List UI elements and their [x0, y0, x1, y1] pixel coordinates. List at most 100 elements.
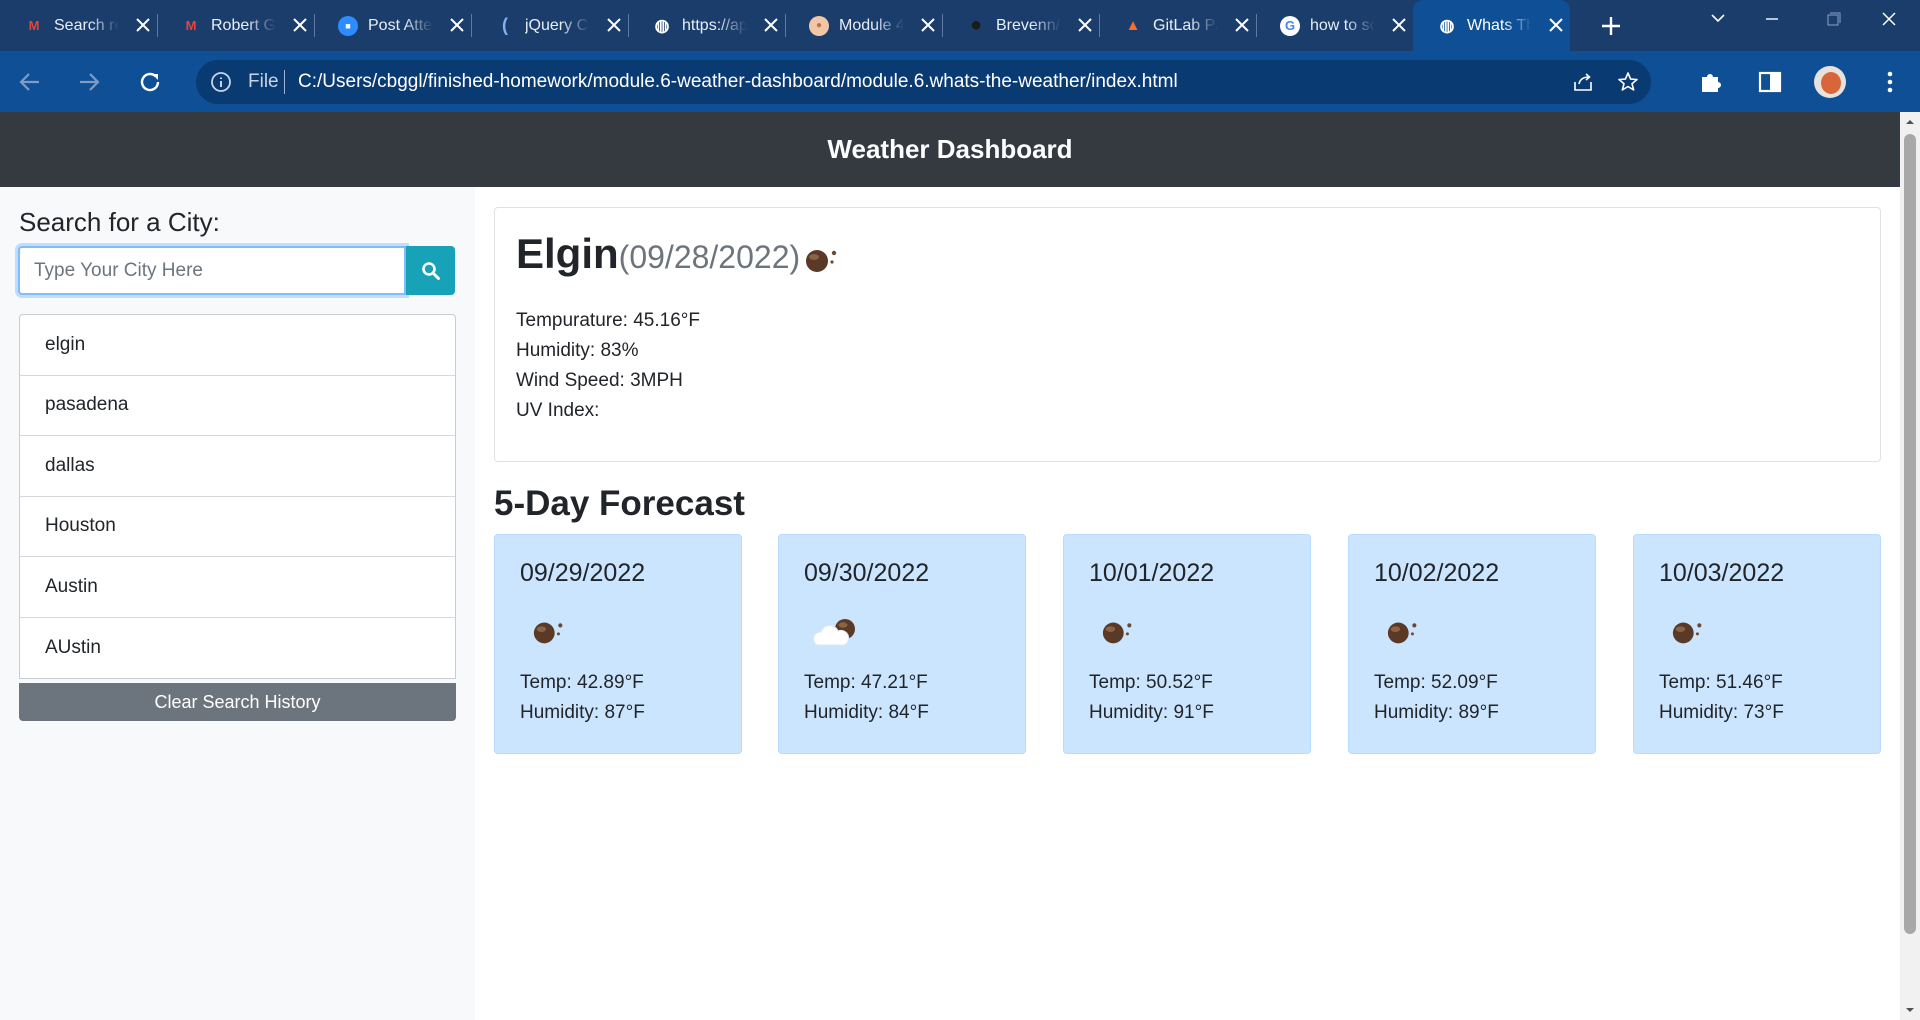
web-page: Weather Dashboard Search for a City: elg… — [0, 112, 1900, 1020]
clear-night-icon — [1672, 622, 1702, 644]
history-item[interactable]: elgin — [20, 315, 455, 376]
window-close-icon[interactable] — [1871, 6, 1907, 32]
clear-history-button[interactable]: Clear Search History — [19, 683, 456, 721]
close-icon[interactable] — [917, 14, 939, 36]
gmail-icon: M — [28, 18, 40, 33]
page-title: Weather Dashboard — [827, 134, 1073, 164]
browser-tab[interactable]: ■ Post Attendee — [314, 0, 471, 51]
bookmark-star-icon[interactable] — [1616, 70, 1640, 94]
forecast-temp: Temp: 42.89°F — [520, 672, 644, 693]
forecast-temp: Temp: 50.52°F — [1089, 672, 1213, 693]
browser-tab[interactable]: M Search results — [0, 0, 157, 51]
browser-tab[interactable]: ● Brevenn/ — [942, 0, 1099, 51]
share-icon[interactable] — [1571, 70, 1595, 94]
forecast-humidity: Humidity: 87°F — [520, 702, 645, 723]
current-city-heading: Elgin(09/28/2022) — [516, 230, 800, 278]
search-button[interactable] — [406, 246, 455, 295]
restore-icon[interactable] — [1815, 6, 1851, 32]
history-item[interactable]: Houston — [20, 497, 455, 557]
scroll-down-icon[interactable] — [1905, 1005, 1915, 1015]
google-icon: G — [1280, 15, 1300, 36]
city-search-input[interactable] — [18, 246, 406, 295]
close-icon[interactable] — [289, 14, 311, 36]
globe-icon: ◍ — [654, 15, 670, 35]
divider — [284, 70, 285, 94]
current-date: (09/28/2022) — [618, 239, 801, 275]
forecast-card: 10/02/2022 Temp: 52.09°F Humidity: 89°F — [1348, 534, 1596, 754]
search-history-list: elgin pasadena dallas Houston Austin AUs… — [19, 314, 456, 679]
clear-night-icon — [1102, 622, 1132, 644]
address-bar[interactable]: File C:/Users/cbggl/finished-homework/mo… — [196, 60, 1651, 104]
browser-tab[interactable]: M Robert Gallegos — [157, 0, 314, 51]
tab-title: Post Attendee — [368, 16, 433, 34]
reload-icon[interactable] — [133, 65, 167, 99]
forward-icon[interactable] — [72, 65, 106, 99]
zoom-icon: ■ — [338, 15, 358, 36]
forecast-temp: Temp: 47.21°F — [804, 672, 928, 693]
clear-night-icon — [533, 622, 563, 644]
github-icon: ● — [969, 14, 983, 36]
close-icon[interactable] — [760, 14, 782, 36]
forecast-temp: Temp: 52.09°F — [1374, 672, 1498, 693]
forecast-card: 10/01/2022 Temp: 50.52°F Humidity: 91°F — [1063, 534, 1311, 754]
humidity-text: Humidity: 83% — [516, 340, 639, 361]
history-item[interactable]: Austin — [20, 557, 455, 618]
close-icon[interactable] — [1231, 14, 1253, 36]
forecast-date: 10/03/2022 — [1659, 559, 1785, 587]
browser-tab[interactable]: G how to solve — [1256, 0, 1413, 51]
current-weather-card: Elgin(09/28/2022) Tempurature: 45.16°F H… — [494, 207, 1881, 462]
extensions-puzzle-icon[interactable] — [1697, 68, 1725, 96]
browser-tab[interactable]: ● Module 4 — [785, 0, 942, 51]
browser-tab[interactable]: ▲ GitLab Pages — [1099, 0, 1256, 51]
scrollbar-thumb[interactable] — [1904, 134, 1916, 934]
close-icon[interactable] — [1388, 14, 1410, 36]
browser-tab-strip: M Search results M Robert Gallegos ■ Pos… — [0, 0, 1920, 51]
clear-night-icon — [1387, 622, 1417, 644]
forecast-humidity: Humidity: 73°F — [1659, 702, 1784, 723]
close-icon[interactable] — [603, 14, 625, 36]
forecast-title: 5-Day Forecast — [494, 484, 745, 523]
info-icon[interactable] — [210, 71, 232, 93]
browser-tab[interactable]: ◍ https://api — [628, 0, 785, 51]
page-header: Weather Dashboard — [0, 112, 1900, 187]
tab-title: how to solve — [1310, 16, 1375, 34]
new-tab-icon[interactable] — [1597, 12, 1625, 40]
close-icon[interactable] — [1545, 14, 1567, 36]
few-clouds-night-icon — [813, 619, 855, 646]
browser-tab-active[interactable]: ◍ Whats The Weather — [1413, 0, 1570, 51]
back-icon[interactable] — [13, 65, 47, 99]
wind-speed-text: Wind Speed: 3MPH — [516, 370, 683, 391]
gmail-icon: M — [185, 18, 197, 33]
minimize-icon[interactable] — [1754, 6, 1790, 32]
gitlab-icon: ▲ — [1125, 17, 1141, 34]
history-item[interactable]: pasadena — [20, 376, 455, 436]
side-panel-icon[interactable] — [1756, 68, 1784, 96]
page-scrollbar[interactable] — [1900, 112, 1920, 1020]
close-icon[interactable] — [1074, 14, 1096, 36]
profile-avatar[interactable] — [1814, 66, 1846, 98]
temperature-text: Tempurature: 45.16°F — [516, 310, 700, 331]
forecast-card: 09/29/2022 Temp: 42.89°F Humidity: 87°F — [494, 534, 742, 754]
tab-title: Whats The Weather — [1467, 16, 1532, 34]
forecast-humidity: Humidity: 91°F — [1089, 702, 1214, 723]
tab-title: GitLab Pages — [1153, 16, 1218, 34]
history-item[interactable]: AUstin — [20, 618, 455, 679]
browser-tab[interactable]: ( jQuery CDN — [471, 0, 628, 51]
tab-title: jQuery CDN — [525, 16, 590, 34]
clear-night-icon — [806, 250, 837, 272]
tab-search-chevron-icon[interactable] — [1700, 6, 1736, 32]
history-item[interactable]: dallas — [20, 436, 455, 497]
current-stats: Tempurature: 45.16°F Humidity: 83% Wind … — [516, 306, 700, 426]
url-text[interactable]: C:/Users/cbggl/finished-homework/module.… — [298, 71, 1178, 93]
forecast-humidity: Humidity: 84°F — [804, 702, 929, 723]
close-icon[interactable] — [132, 14, 154, 36]
tab-title: Search results — [54, 16, 119, 34]
scroll-up-icon[interactable] — [1905, 117, 1915, 127]
forecast-date: 09/30/2022 — [804, 559, 930, 587]
forecast-date: 09/29/2022 — [520, 559, 646, 587]
menu-kebab-icon[interactable] — [1878, 69, 1902, 95]
forecast-card: 10/03/2022 Temp: 51.46°F Humidity: 73°F — [1633, 534, 1881, 754]
close-icon[interactable] — [446, 14, 468, 36]
forecast-date: 10/02/2022 — [1374, 559, 1500, 587]
jquery-icon: ( — [502, 15, 508, 35]
